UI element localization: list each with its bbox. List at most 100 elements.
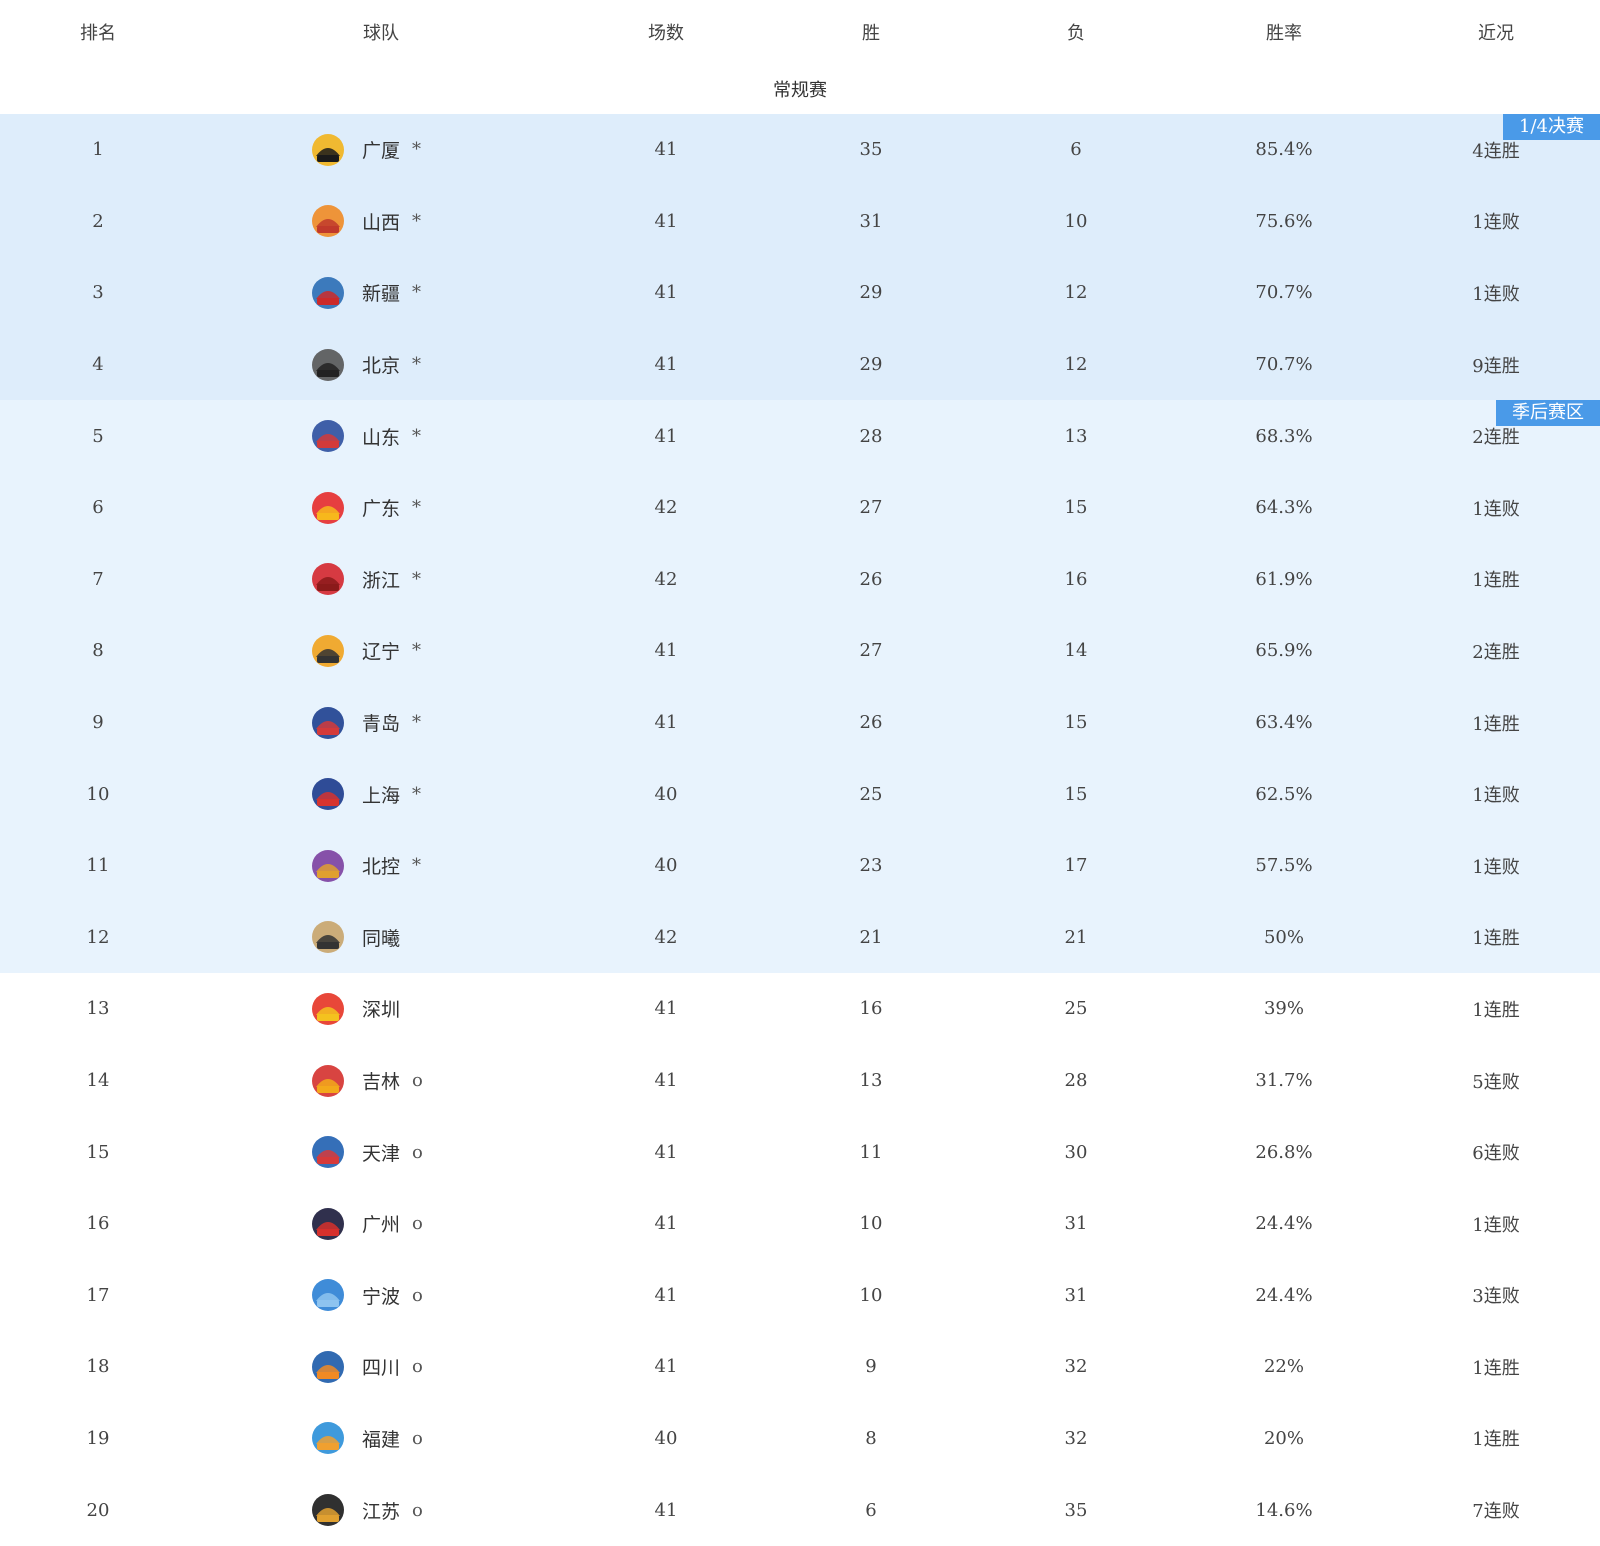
table-row[interactable]: 16 广州 o 41 10 31 24.4% 1连败 bbox=[0, 1188, 1600, 1260]
team-cell[interactable]: 广厦 * bbox=[196, 114, 566, 186]
qualification-mark: * bbox=[412, 139, 422, 161]
team-cell[interactable]: 同曦 bbox=[196, 902, 566, 974]
team-cell[interactable]: 辽宁 * bbox=[196, 615, 566, 687]
team-name[interactable]: 山西 bbox=[362, 208, 400, 235]
table-row[interactable]: 18 四川 o 41 9 32 22% 1连胜 bbox=[0, 1331, 1600, 1403]
table-row[interactable]: 14 吉林 o 41 13 28 31.7% 5连败 bbox=[0, 1045, 1600, 1117]
team-name[interactable]: 天津 bbox=[362, 1139, 400, 1166]
table-row[interactable]: 11 北控 * 40 23 17 57.5% 1连败 bbox=[0, 829, 1600, 902]
table-row[interactable]: 1 广厦 * 41 35 6 85.4% 4连胜 1/4决赛 bbox=[0, 114, 1600, 186]
qualification-mark: o bbox=[412, 1284, 423, 1306]
team-name[interactable]: 浙江 bbox=[362, 566, 400, 593]
table-row[interactable]: 20 江苏 o 41 6 35 14.6% 7连败 bbox=[0, 1474, 1600, 1546]
win-rate-cell: 14.6% bbox=[1255, 1499, 1313, 1521]
team-info[interactable]: 北控 * bbox=[308, 830, 421, 902]
header-wins[interactable]: 胜 bbox=[766, 0, 976, 64]
team-cell[interactable]: 上海 * bbox=[196, 758, 566, 830]
table-row[interactable]: 9 青岛 * 41 26 15 63.4% 1连胜 bbox=[0, 686, 1600, 759]
team-cell[interactable]: 天津 o bbox=[196, 1116, 566, 1188]
table-row[interactable]: 12 同曦 42 21 21 50% 1连胜 bbox=[0, 901, 1600, 974]
header-losses[interactable]: 负 bbox=[976, 0, 1176, 64]
losses-cell: 15 bbox=[1064, 497, 1088, 519]
team-name[interactable]: 上海 bbox=[362, 781, 400, 808]
table-row[interactable]: 17 宁波 o 41 10 31 24.4% 3连败 bbox=[0, 1260, 1600, 1332]
games-cell: 42 bbox=[654, 926, 678, 948]
team-info[interactable]: 新疆 * bbox=[308, 257, 421, 329]
team-name[interactable]: 广厦 bbox=[362, 136, 400, 163]
team-logo-icon bbox=[308, 1204, 348, 1244]
team-info[interactable]: 吉林 o bbox=[308, 1045, 423, 1117]
rank-cell: 6 bbox=[92, 497, 104, 519]
team-info[interactable]: 福建 o bbox=[308, 1403, 423, 1475]
table-row[interactable]: 7 浙江 * 42 26 16 61.9% 1连胜 bbox=[0, 543, 1600, 616]
table-row[interactable]: 10 上海 * 40 25 15 62.5% 1连败 bbox=[0, 758, 1600, 830]
team-name[interactable]: 青岛 bbox=[362, 709, 400, 736]
team-name[interactable]: 福建 bbox=[362, 1425, 400, 1452]
header-games[interactable]: 场数 bbox=[566, 0, 766, 64]
team-info[interactable]: 上海 * bbox=[308, 758, 421, 830]
team-name[interactable]: 北控 bbox=[362, 852, 400, 879]
win-rate-cell: 68.3% bbox=[1255, 425, 1313, 447]
table-row[interactable]: 6 广东 * 42 27 15 64.3% 1连败 bbox=[0, 471, 1600, 544]
team-info[interactable]: 深圳 bbox=[308, 973, 412, 1045]
header-win-rate[interactable]: 胜率 bbox=[1176, 0, 1392, 64]
team-cell[interactable]: 深圳 bbox=[196, 973, 566, 1045]
team-name[interactable]: 四川 bbox=[362, 1353, 400, 1380]
team-name[interactable]: 宁波 bbox=[362, 1282, 400, 1309]
team-cell[interactable]: 广州 o bbox=[196, 1188, 566, 1260]
team-cell[interactable]: 山东 * bbox=[196, 400, 566, 472]
team-info[interactable]: 山西 * bbox=[308, 186, 421, 258]
team-cell[interactable]: 浙江 * bbox=[196, 544, 566, 616]
team-cell[interactable]: 新疆 * bbox=[196, 257, 566, 329]
table-row[interactable]: 13 深圳 41 16 25 39% 1连胜 bbox=[0, 973, 1600, 1045]
team-cell[interactable]: 江苏 o bbox=[196, 1474, 566, 1546]
team-info[interactable]: 广厦 * bbox=[308, 114, 421, 186]
team-info[interactable]: 广东 * bbox=[308, 472, 421, 544]
team-info[interactable]: 广州 o bbox=[308, 1188, 423, 1260]
header-rank[interactable]: 排名 bbox=[0, 0, 196, 64]
team-name[interactable]: 辽宁 bbox=[362, 637, 400, 664]
team-name[interactable]: 新疆 bbox=[362, 279, 400, 306]
win-rate-cell: 24.4% bbox=[1255, 1284, 1313, 1306]
team-cell[interactable]: 北控 * bbox=[196, 830, 566, 902]
team-cell[interactable]: 山西 * bbox=[196, 186, 566, 258]
table-row[interactable]: 2 山西 * 41 31 10 75.6% 1连败 bbox=[0, 185, 1600, 258]
qualification-mark: * bbox=[412, 712, 422, 734]
team-cell[interactable]: 宁波 o bbox=[196, 1260, 566, 1332]
team-name[interactable]: 吉林 bbox=[362, 1067, 400, 1094]
table-row[interactable]: 5 山东 * 41 28 13 68.3% 2连胜 季后赛区 bbox=[0, 400, 1600, 472]
team-cell[interactable]: 吉林 o bbox=[196, 1045, 566, 1117]
table-row[interactable]: 4 北京 * 41 29 12 70.7% 9连胜 bbox=[0, 328, 1600, 401]
team-name[interactable]: 江苏 bbox=[362, 1497, 400, 1524]
team-info[interactable]: 辽宁 * bbox=[308, 615, 421, 687]
table-row[interactable]: 15 天津 o 41 11 30 26.8% 6连败 bbox=[0, 1116, 1600, 1188]
table-row[interactable]: 19 福建 o 40 8 32 20% 1连胜 bbox=[0, 1403, 1600, 1475]
team-info[interactable]: 宁波 o bbox=[308, 1260, 423, 1332]
team-name[interactable]: 山东 bbox=[362, 423, 400, 450]
team-name[interactable]: 北京 bbox=[362, 351, 400, 378]
team-info[interactable]: 江苏 o bbox=[308, 1474, 423, 1546]
header-form[interactable]: 近况 bbox=[1392, 0, 1600, 64]
team-cell[interactable]: 四川 o bbox=[196, 1331, 566, 1403]
team-info[interactable]: 同曦 bbox=[308, 902, 412, 974]
team-cell[interactable]: 青岛 * bbox=[196, 687, 566, 759]
team-info[interactable]: 北京 * bbox=[308, 329, 421, 401]
team-name[interactable]: 广东 bbox=[362, 494, 400, 521]
team-info[interactable]: 青岛 * bbox=[308, 687, 421, 759]
table-row[interactable]: 3 新疆 * 41 29 12 70.7% 1连败 bbox=[0, 257, 1600, 329]
team-info[interactable]: 天津 o bbox=[308, 1116, 423, 1188]
table-row[interactable]: 8 辽宁 * 41 27 14 65.9% 2连胜 bbox=[0, 615, 1600, 687]
team-info[interactable]: 山东 * bbox=[308, 400, 421, 472]
rank-cell: 12 bbox=[86, 926, 110, 948]
team-cell[interactable]: 广东 * bbox=[196, 472, 566, 544]
team-name[interactable]: 同曦 bbox=[362, 924, 400, 951]
team-name[interactable]: 深圳 bbox=[362, 995, 400, 1022]
team-info[interactable]: 浙江 * bbox=[308, 544, 421, 616]
team-name[interactable]: 广州 bbox=[362, 1210, 400, 1237]
header-team[interactable]: 球队 bbox=[196, 0, 566, 64]
team-cell[interactable]: 北京 * bbox=[196, 329, 566, 401]
losses-cell: 10 bbox=[1064, 210, 1088, 232]
team-cell[interactable]: 福建 o bbox=[196, 1403, 566, 1475]
team-info[interactable]: 四川 o bbox=[308, 1331, 423, 1403]
losses-cell: 13 bbox=[1064, 425, 1088, 447]
